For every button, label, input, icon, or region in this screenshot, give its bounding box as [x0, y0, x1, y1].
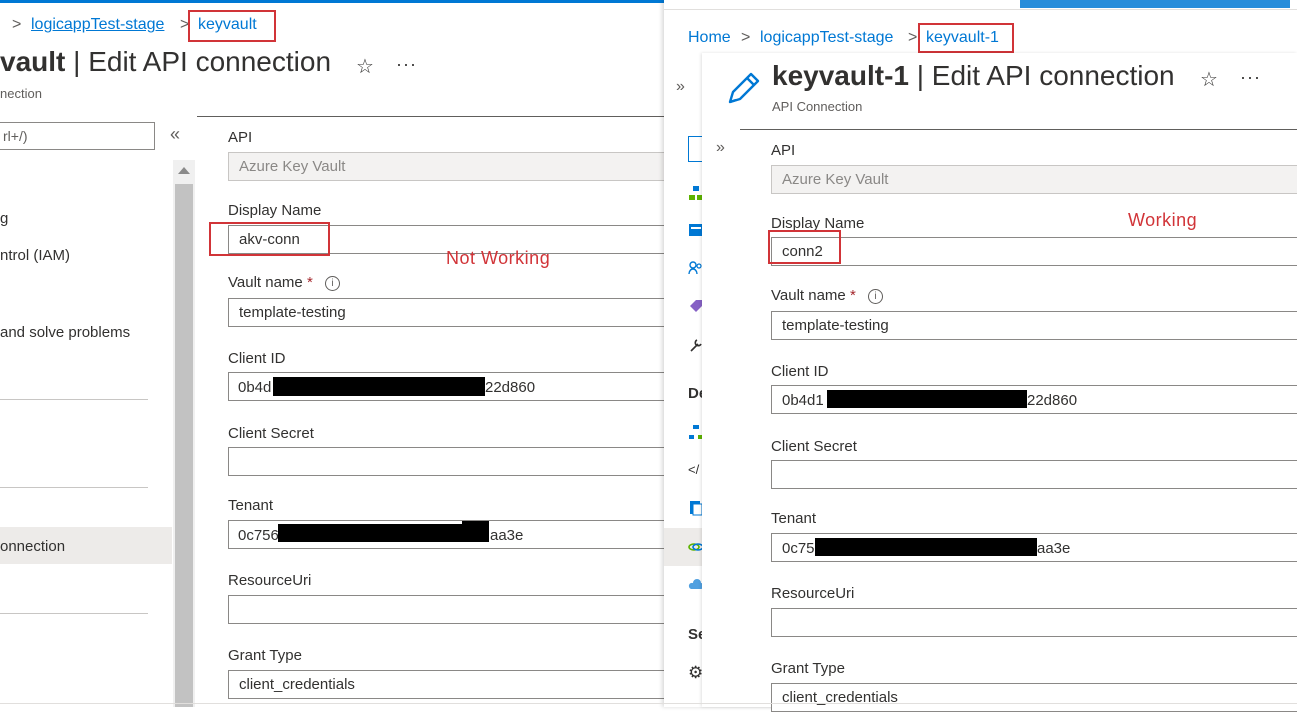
- top-bar-accent: [1020, 0, 1290, 8]
- redaction-bar: [278, 524, 462, 542]
- expand-menu-icon[interactable]: »: [716, 139, 725, 157]
- client-id-suffix: 22d860: [485, 379, 536, 396]
- left-window: > logicappTest-stage > keyvault vault | …: [0, 0, 668, 707]
- vault-name-label-text: Vault name: [228, 274, 303, 291]
- grant-type-label: Grant Type: [771, 660, 845, 677]
- nav-item-access-control[interactable]: ntrol (IAM): [0, 247, 70, 264]
- search-input[interactable]: rl+/): [0, 122, 155, 150]
- top-bar: [0, 0, 664, 3]
- settings-icon: ⚙: [688, 663, 704, 682]
- nav-item-edit-connection[interactable]: onnection: [0, 538, 65, 555]
- page-title: keyvault-1 | Edit API connection: [772, 60, 1175, 92]
- breadcrumb-separator: >: [741, 29, 751, 46]
- info-icon[interactable]: i: [867, 289, 883, 304]
- nav-scrollbar-thumb[interactable]: [175, 184, 193, 707]
- vault-name-label: Vault name * i: [771, 287, 883, 304]
- highlight-box-breadcrumb: [918, 23, 1014, 53]
- api-field: Azure Key Vault: [228, 152, 668, 181]
- redaction-bar: [462, 521, 489, 542]
- page-title-rest: | Edit API connection: [916, 60, 1175, 91]
- breadcrumb-logicapp[interactable]: logicappTest-stage: [31, 16, 164, 34]
- page-subtitle: nection: [0, 86, 42, 101]
- client-id-prefix: 0b4d: [238, 379, 272, 396]
- client-id-prefix: 0b4d1: [782, 392, 824, 409]
- redaction-bar: [273, 377, 485, 396]
- annotation-not-working: Not Working: [446, 248, 551, 268]
- annotation-working: Working: [1128, 210, 1198, 230]
- page-title: vault | Edit API connection: [0, 46, 331, 78]
- required-mark: *: [306, 274, 313, 291]
- client-secret-label: Client Secret: [228, 425, 314, 442]
- bottom-edge: [0, 703, 1297, 704]
- breadcrumb-home[interactable]: Home: [688, 29, 731, 47]
- redaction-bar: [815, 538, 1037, 556]
- client-secret-field[interactable]: [228, 447, 668, 476]
- api-field: Azure Key Vault: [771, 165, 1297, 194]
- nav-item-fragment[interactable]: g: [0, 210, 8, 227]
- vault-name-label-text: Vault name: [771, 287, 846, 304]
- api-label: API: [228, 129, 253, 146]
- tenant-label: Tenant: [771, 510, 817, 527]
- favorite-star-icon[interactable]: ☆: [356, 54, 374, 79]
- content-header-line: [197, 116, 664, 117]
- info-icon[interactable]: i: [324, 276, 340, 291]
- resource-uri-field[interactable]: [228, 595, 668, 624]
- content-header-line: [740, 129, 1297, 130]
- highlight-box-breadcrumb: [188, 10, 276, 42]
- resource-uri-label: ResourceUri: [228, 572, 312, 589]
- tenant-label: Tenant: [228, 497, 274, 514]
- breadcrumb-separator: >: [908, 29, 918, 46]
- nav-divider: [0, 613, 148, 614]
- required-mark: *: [849, 287, 856, 304]
- nav-item-diagnose[interactable]: and solve problems: [0, 324, 130, 341]
- breadcrumb-logicapp[interactable]: logicappTest-stage: [760, 29, 893, 47]
- breadcrumb-separator: >: [12, 16, 22, 33]
- client-secret-label: Client Secret: [771, 438, 857, 455]
- tenant-prefix: 0c756: [238, 527, 279, 544]
- highlight-box-display-name: [209, 222, 330, 256]
- right-window: Home > logicappTest-stage > keyvault-1 »…: [664, 0, 1297, 712]
- resource-uri-field[interactable]: [771, 608, 1297, 637]
- resource-uri-label: ResourceUri: [771, 585, 855, 602]
- tenant-suffix: aa3e: [1037, 540, 1071, 557]
- scroll-up-arrow-icon[interactable]: [178, 167, 190, 174]
- tenant-suffix: aa3e: [490, 527, 524, 544]
- page-title-name: keyvault-1: [772, 60, 909, 91]
- highlight-box-display-name: [768, 230, 841, 264]
- grant-type-field[interactable]: client_credentials: [771, 683, 1297, 712]
- page-subtitle: API Connection: [772, 99, 863, 114]
- favorite-star-icon[interactable]: ☆: [1200, 67, 1218, 92]
- grant-type-field[interactable]: client_credentials: [228, 670, 668, 699]
- code-icon: </: [688, 462, 700, 477]
- tenant-prefix: 0c75: [782, 540, 815, 557]
- more-options-icon[interactable]: ···: [396, 54, 417, 75]
- grant-type-label: Grant Type: [228, 647, 302, 664]
- client-id-suffix: 22d860: [1027, 392, 1078, 409]
- page-title-name: vault: [0, 46, 66, 77]
- vault-name-field[interactable]: template-testing: [771, 311, 1297, 340]
- client-id-label: Client ID: [771, 363, 829, 380]
- expand-menu-icon[interactable]: »: [676, 78, 685, 96]
- vault-name-label: Vault name * i: [228, 274, 340, 291]
- nav-divider: [0, 399, 148, 400]
- redaction-bar: [827, 390, 1027, 408]
- collapse-menu-icon[interactable]: «: [170, 124, 180, 145]
- client-secret-field[interactable]: [771, 460, 1297, 489]
- page-title-rest: | Edit API connection: [73, 46, 332, 77]
- display-name-label: Display Name: [228, 202, 322, 219]
- display-name-field[interactable]: conn2: [771, 237, 1297, 266]
- nav-divider: [0, 487, 148, 488]
- pencil-icon: [728, 72, 760, 104]
- more-options-icon[interactable]: ···: [1240, 67, 1261, 88]
- vault-name-field[interactable]: template-testing: [228, 298, 668, 327]
- client-id-label: Client ID: [228, 350, 286, 367]
- api-label: API: [771, 142, 796, 159]
